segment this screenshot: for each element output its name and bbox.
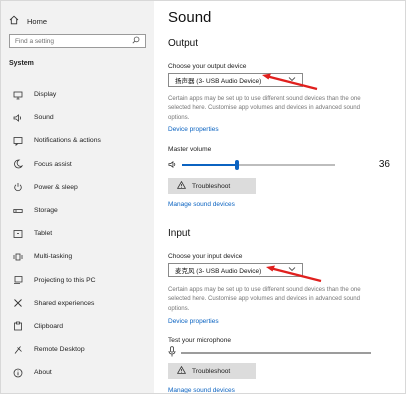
sidebar-item-focus-assist[interactable]: Focus assist [1, 153, 154, 176]
volume-slider[interactable] [182, 160, 335, 170]
sidebar-item-tablet[interactable]: Tablet [1, 222, 154, 245]
section-label: System [9, 60, 34, 67]
projecting-icon [11, 275, 25, 285]
sidebar-item-clipboard[interactable]: Clipboard [1, 315, 154, 338]
volume-value: 36 [378, 159, 390, 170]
sidebar-item-notifications[interactable]: Notifications & actions [1, 129, 154, 152]
microphone-icon [168, 346, 176, 357]
sidebar-item-projecting[interactable]: Projecting to this PC [1, 269, 154, 292]
input-choose-label: Choose your input device [168, 253, 243, 260]
sidebar-item-label: Storage [34, 207, 58, 215]
warning-icon [176, 180, 187, 191]
sidebar-item-label: Remote Desktop [34, 346, 85, 354]
sidebar: Home Find a setting System Display Sound… [1, 1, 154, 393]
warning-icon [176, 365, 187, 376]
master-volume-label: Master volume [168, 146, 212, 153]
output-device-properties-link[interactable]: Device properties [168, 126, 219, 133]
monitor-icon [11, 90, 25, 100]
sidebar-item-label: Display [34, 91, 57, 99]
sidebar-item-storage[interactable]: Storage [1, 199, 154, 222]
sidebar-item-multitasking[interactable]: Multi-tasking [1, 245, 154, 268]
input-description: Certain apps may be set up to use differ… [168, 286, 361, 312]
output-troubleshoot-button[interactable]: Troubleshoot [168, 178, 256, 194]
input-device-select[interactable]: 麦克风 (3- USB Audio Device) [168, 263, 303, 277]
sidebar-item-about[interactable]: About [1, 361, 154, 384]
remote-desktop-icon [11, 345, 25, 355]
sidebar-item-display[interactable]: Display [1, 83, 154, 106]
clipboard-icon [11, 321, 25, 331]
search-placeholder: Find a setting [15, 37, 55, 45]
volume-slider-fill [182, 164, 238, 166]
sidebar-item-label: About [34, 369, 52, 377]
sidebar-item-power-sleep[interactable]: Power & sleep [1, 176, 154, 199]
output-manage-devices-link[interactable]: Manage sound devices [168, 201, 235, 208]
output-choose-label: Choose your output device [168, 63, 247, 70]
master-volume-row: 36 [168, 159, 400, 171]
home-nav-item[interactable]: Home [9, 14, 47, 28]
sidebar-item-label: Tablet [34, 230, 53, 238]
sidebar-item-label: Notifications & actions [34, 137, 101, 145]
tablet-icon [11, 229, 25, 239]
search-input[interactable]: Find a setting [9, 34, 146, 48]
settings-window: Home Find a setting System Display Sound… [0, 0, 406, 394]
sidebar-item-label: Sound [34, 114, 54, 122]
sidebar-item-label: Shared experiences [34, 299, 95, 307]
page-title: Sound [168, 9, 212, 26]
sidebar-item-label: Power & sleep [34, 183, 78, 191]
volume-slider-thumb[interactable] [235, 160, 240, 170]
output-device-value: 扬声器 (3- USB Audio Device) [175, 78, 262, 85]
troubleshoot-label: Troubleshoot [192, 182, 231, 190]
input-manage-devices-link[interactable]: Manage sound devices [168, 387, 235, 393]
chevron-down-icon [288, 75, 296, 85]
home-icon [9, 15, 19, 27]
speaker-icon [11, 113, 25, 123]
moon-icon [11, 159, 25, 169]
test-microphone-label: Test your microphone [168, 337, 232, 344]
shared-icon [11, 298, 25, 308]
sidebar-nav: Display Sound Notifications & actions Fo… [1, 83, 154, 384]
sidebar-item-label: Clipboard [34, 322, 64, 330]
storage-icon [11, 206, 25, 216]
sidebar-item-remote-desktop[interactable]: Remote Desktop [1, 338, 154, 361]
sidebar-item-label: Focus assist [34, 160, 72, 168]
sidebar-item-shared-experiences[interactable]: Shared experiences [1, 292, 154, 315]
troubleshoot-label: Troubleshoot [192, 367, 231, 375]
input-device-properties-link[interactable]: Device properties [168, 318, 219, 325]
sidebar-item-sound[interactable]: Sound [1, 106, 154, 129]
search-icon [132, 36, 140, 46]
microphone-level-row [168, 346, 400, 358]
home-label: Home [27, 16, 48, 26]
input-heading: Input [168, 228, 191, 239]
microphone-level-meter [181, 352, 371, 354]
output-device-select[interactable]: 扬声器 (3- USB Audio Device) [168, 73, 303, 87]
sidebar-item-label: Projecting to this PC [34, 276, 96, 284]
main-content: Sound Output Choose your output device 扬… [168, 1, 400, 393]
input-troubleshoot-button[interactable]: Troubleshoot [168, 363, 256, 379]
notification-icon [11, 136, 25, 146]
output-heading: Output [168, 38, 199, 49]
volume-icon[interactable] [168, 160, 177, 169]
power-icon [11, 182, 25, 192]
info-icon [11, 368, 25, 378]
input-device-value: 麦克风 (3- USB Audio Device) [175, 268, 262, 275]
multitasking-icon [11, 252, 25, 262]
chevron-down-icon [288, 265, 296, 275]
sidebar-item-label: Multi-tasking [34, 253, 73, 261]
output-description: Certain apps may be set up to use differ… [168, 95, 361, 121]
